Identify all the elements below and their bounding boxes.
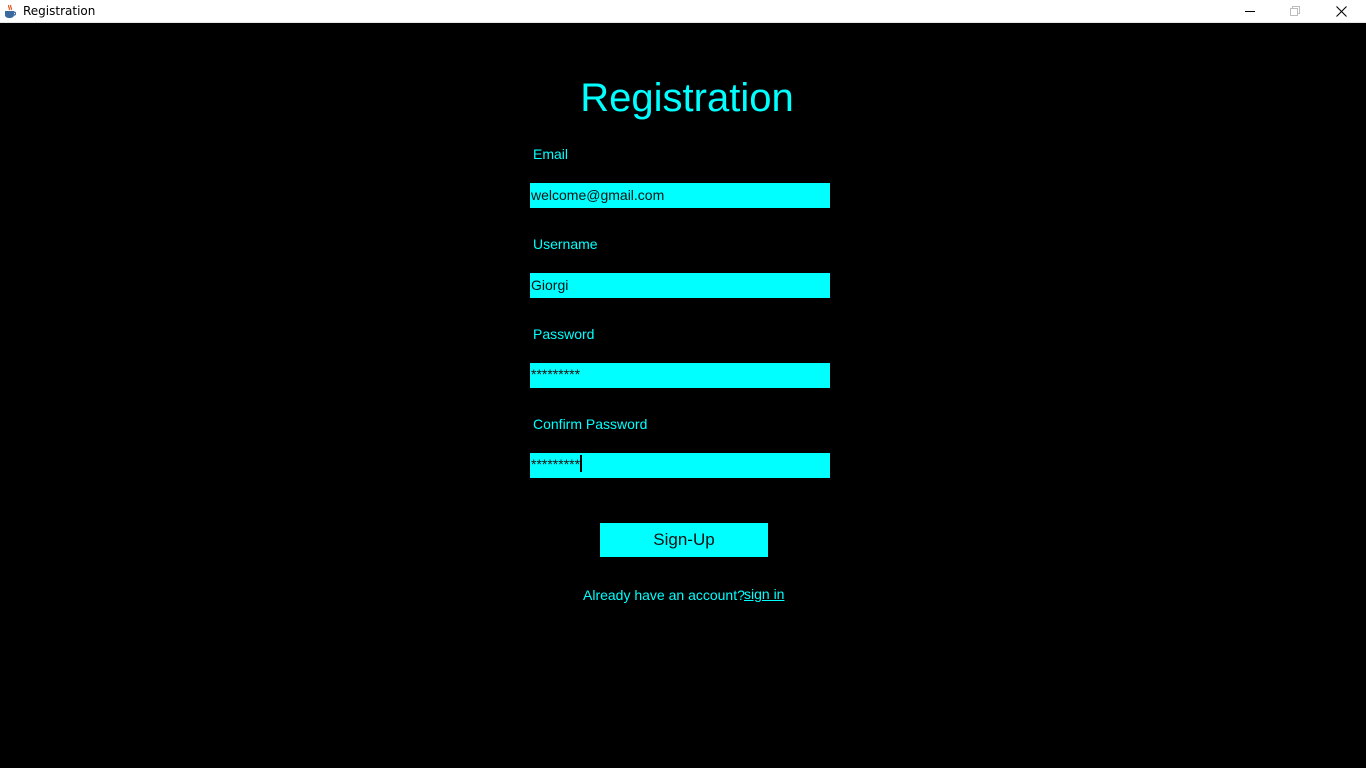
username-field[interactable]: Giorgi (530, 273, 830, 298)
email-field[interactable]: welcome@gmail.com (530, 183, 830, 208)
text-caret (580, 455, 583, 472)
minimize-icon (1245, 6, 1255, 16)
password-label: Password (533, 326, 595, 342)
maximize-icon (1290, 6, 1300, 16)
confirm-password-label: Confirm Password (533, 416, 648, 432)
registration-window: Registration Registration Email welcome@… (0, 0, 1366, 768)
confirm-password-field[interactable]: ********* (530, 453, 830, 478)
minimize-button[interactable] (1227, 0, 1273, 22)
close-icon (1335, 5, 1347, 17)
window-title: Registration (23, 4, 96, 18)
java-cup-icon (4, 4, 17, 19)
username-label: Username (533, 236, 598, 252)
email-value: welcome@gmail.com (531, 187, 665, 203)
page-title: Registration (580, 76, 794, 120)
email-label: Email (533, 146, 569, 162)
account-prompt: Already have an account? (583, 587, 745, 603)
password-field[interactable]: ********* (530, 363, 830, 388)
close-button[interactable] (1318, 0, 1364, 22)
password-value: ********* (531, 366, 581, 382)
confirm-password-value: ********* (531, 456, 581, 472)
username-value: Giorgi (531, 277, 569, 293)
title-bar: Registration (0, 0, 1366, 23)
maximize-button[interactable] (1272, 0, 1318, 22)
sign-up-button[interactable]: Sign-Up (600, 523, 768, 557)
sign-in-link[interactable]: sign in (744, 586, 784, 602)
